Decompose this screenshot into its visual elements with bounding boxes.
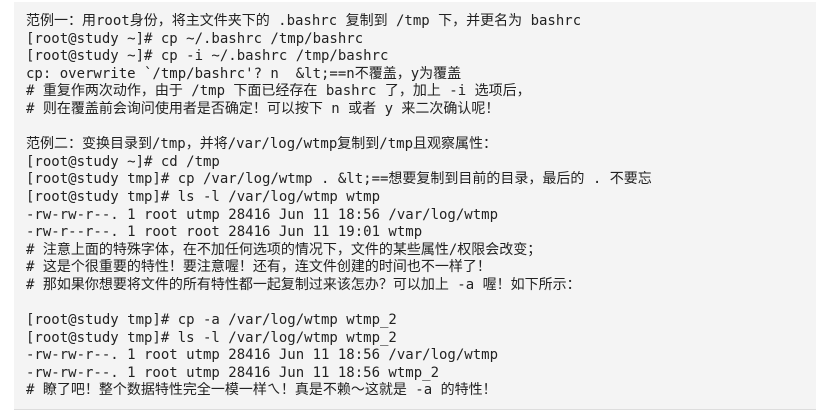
comment-line: # 瞭了吧！整个数据特性完全一模一样ㄟ！真是不赖～这就是 -a 的特性！ [26, 382, 497, 399]
command-line: [root@study ~]# cp -i ~/.bashrc /tmp/bas… [26, 48, 389, 65]
command-line: [root@study ~]# cd /tmp [26, 153, 220, 170]
command-line: [root@study tmp]# cp -a /var/log/wtmp wt… [26, 312, 397, 329]
command-output: -rw-r--r--. 1 root root 28416 Jun 11 19:… [26, 224, 423, 241]
command-line: [root@study tmp]# ls -l /var/log/wtmp wt… [26, 329, 397, 346]
command-line: [root@study ~]# cp ~/.bashrc /tmp/bashrc [26, 30, 364, 47]
comment-line: # 注意上面的特殊字体，在不加任何选项的情况下，文件的某些属性/权限会改变； [26, 241, 542, 258]
comment-line: # 重复作两次动作，由于 /tmp 下面已经存在 bashrc 了，加上 -i … [26, 83, 531, 100]
comment-line: # 则在覆盖前会询问使用者是否确定！可以按下 n 或者 y 来二次确认呢！ [26, 100, 500, 117]
command-output: cp: overwrite `/tmp/bashrc'? n &lt;==n不覆… [26, 65, 462, 82]
command-line: [root@study tmp]# cp /var/log/wtmp . &lt… [26, 171, 652, 188]
command-line: [root@study tmp]# ls -l /var/log/wtmp wt… [26, 188, 381, 205]
command-output: -rw-rw-r--. 1 root utmp 28416 Jun 11 18:… [26, 347, 499, 364]
comment-line: # 那如果你想要将文件的所有特性都一起复制过来该怎办？可以加上 -a 喔！如下所… [26, 276, 581, 293]
code-block: 范例一：用root身份，将主文件夹下的 .bashrc 复制到 /tmp 下，并… [14, 2, 816, 410]
example-2-heading: 范例二：变换目录到/tmp，并将/var/log/wtmp复制到/tmp且观察属… [26, 136, 498, 153]
command-output: -rw-rw-r--. 1 root utmp 28416 Jun 11 18:… [26, 364, 440, 381]
comment-line: # 这是个很重要的特性！要注意喔！还有，连文件创建的时间也不一样了！ [26, 259, 491, 276]
example-1-heading: 范例一：用root身份，将主文件夹下的 .bashrc 复制到 /tmp 下，并… [26, 13, 582, 29]
command-output: -rw-rw-r--. 1 root utmp 28416 Jun 11 18:… [26, 206, 499, 223]
